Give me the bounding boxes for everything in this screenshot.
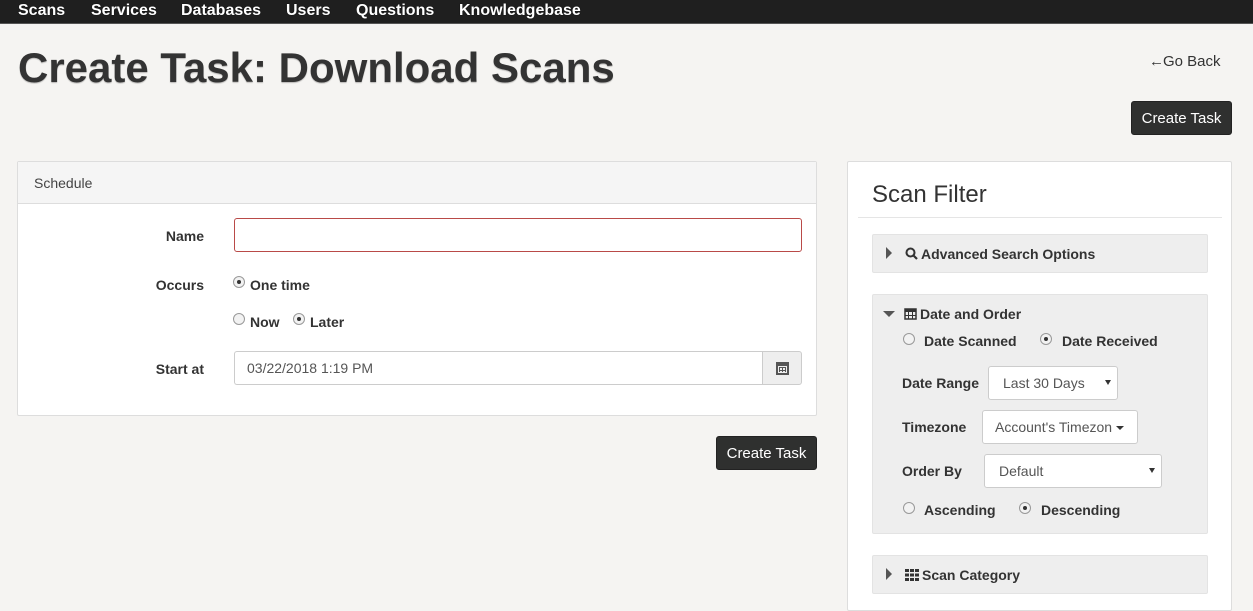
date-received-radio[interactable]: [1040, 333, 1052, 345]
date-range-select[interactable]: Last 30 Days: [988, 366, 1118, 400]
go-back-label: Go Back: [1163, 53, 1221, 70]
one-time-label: One time: [250, 277, 310, 293]
calendar-icon: [775, 361, 789, 375]
top-navbar: Scans Services Databases Users Questions…: [0, 0, 1253, 24]
now-label: Now: [250, 314, 280, 330]
date-order-header[interactable]: Date and Order: [904, 306, 1021, 323]
descending-label: Descending: [1041, 502, 1121, 518]
arrow-left-icon: ←: [1149, 53, 1164, 70]
date-scanned-radio[interactable]: [903, 333, 915, 345]
search-icon: [905, 247, 918, 263]
order-by-value: Default: [999, 463, 1044, 479]
chevron-down-icon: [1105, 380, 1111, 385]
timezone-dropdown[interactable]: Account's Timezon: [982, 410, 1138, 444]
calendar-icon: [904, 307, 917, 323]
scan-category-section[interactable]: Scan Category: [872, 555, 1208, 594]
order-by-select[interactable]: Default: [984, 454, 1162, 488]
timezone-label: Timezone: [902, 419, 967, 435]
nav-services[interactable]: Services: [91, 1, 157, 21]
now-radio[interactable]: [233, 313, 245, 325]
date-scanned-label: Date Scanned: [924, 333, 1017, 349]
create-task-button-bottom[interactable]: Create Task: [716, 436, 817, 470]
date-received-label: Date Received: [1062, 333, 1158, 349]
divider: [858, 217, 1222, 218]
order-by-label: Order By: [902, 463, 962, 479]
scan-filter-panel: Scan Filter Advanced Search Options Date…: [847, 161, 1232, 611]
schedule-panel: Schedule Name Occurs One time Now Later …: [17, 161, 817, 416]
scan-category-header[interactable]: Scan Category: [905, 567, 1020, 584]
nav-scans[interactable]: Scans: [18, 1, 65, 21]
descending-radio[interactable]: [1019, 502, 1031, 514]
create-task-button-top[interactable]: Create Task: [1131, 101, 1232, 135]
advanced-search-label: Advanced Search Options: [921, 246, 1096, 262]
later-label: Later: [310, 314, 345, 330]
timezone-value: Account's Timezon: [995, 419, 1113, 435]
calendar-button[interactable]: [762, 351, 802, 385]
nav-questions[interactable]: Questions: [356, 1, 434, 21]
grid-icon: [905, 568, 919, 584]
caret-down-icon: [1116, 426, 1125, 431]
advanced-search-header[interactable]: Advanced Search Options: [905, 246, 1095, 263]
ascending-label: Ascending: [924, 502, 996, 518]
date-range-value: Last 30 Days: [1003, 375, 1085, 391]
schedule-heading: Schedule: [18, 162, 816, 204]
date-range-label: Date Range: [902, 375, 980, 391]
nav-databases[interactable]: Databases: [181, 1, 261, 21]
caret-right-icon: [886, 247, 892, 259]
name-input[interactable]: [234, 218, 802, 252]
date-order-label: Date and Order: [920, 306, 1022, 322]
name-label: Name: [165, 228, 204, 244]
scan-filter-title: Scan Filter: [872, 181, 987, 208]
page-title: Create Task: Download Scans: [18, 44, 615, 91]
chevron-down-icon: [1149, 468, 1155, 473]
caret-right-icon: [886, 568, 892, 580]
nav-knowledgebase[interactable]: Knowledgebase: [459, 1, 581, 21]
advanced-search-section[interactable]: Advanced Search Options: [872, 234, 1208, 273]
one-time-radio[interactable]: [233, 276, 245, 288]
date-order-section: Date and Order Date Scanned Date Receive…: [872, 294, 1208, 534]
later-radio[interactable]: [293, 313, 305, 325]
occurs-label: Occurs: [155, 277, 204, 293]
start-at-input[interactable]: 03/22/2018 1:19 PM: [234, 351, 763, 385]
ascending-radio[interactable]: [903, 502, 915, 514]
nav-users[interactable]: Users: [286, 1, 330, 21]
scan-category-label: Scan Category: [922, 567, 1021, 583]
go-back-link[interactable]: ←Go Back: [1149, 53, 1221, 70]
start-at-label: Start at: [155, 361, 204, 377]
caret-down-icon[interactable]: [883, 311, 895, 317]
